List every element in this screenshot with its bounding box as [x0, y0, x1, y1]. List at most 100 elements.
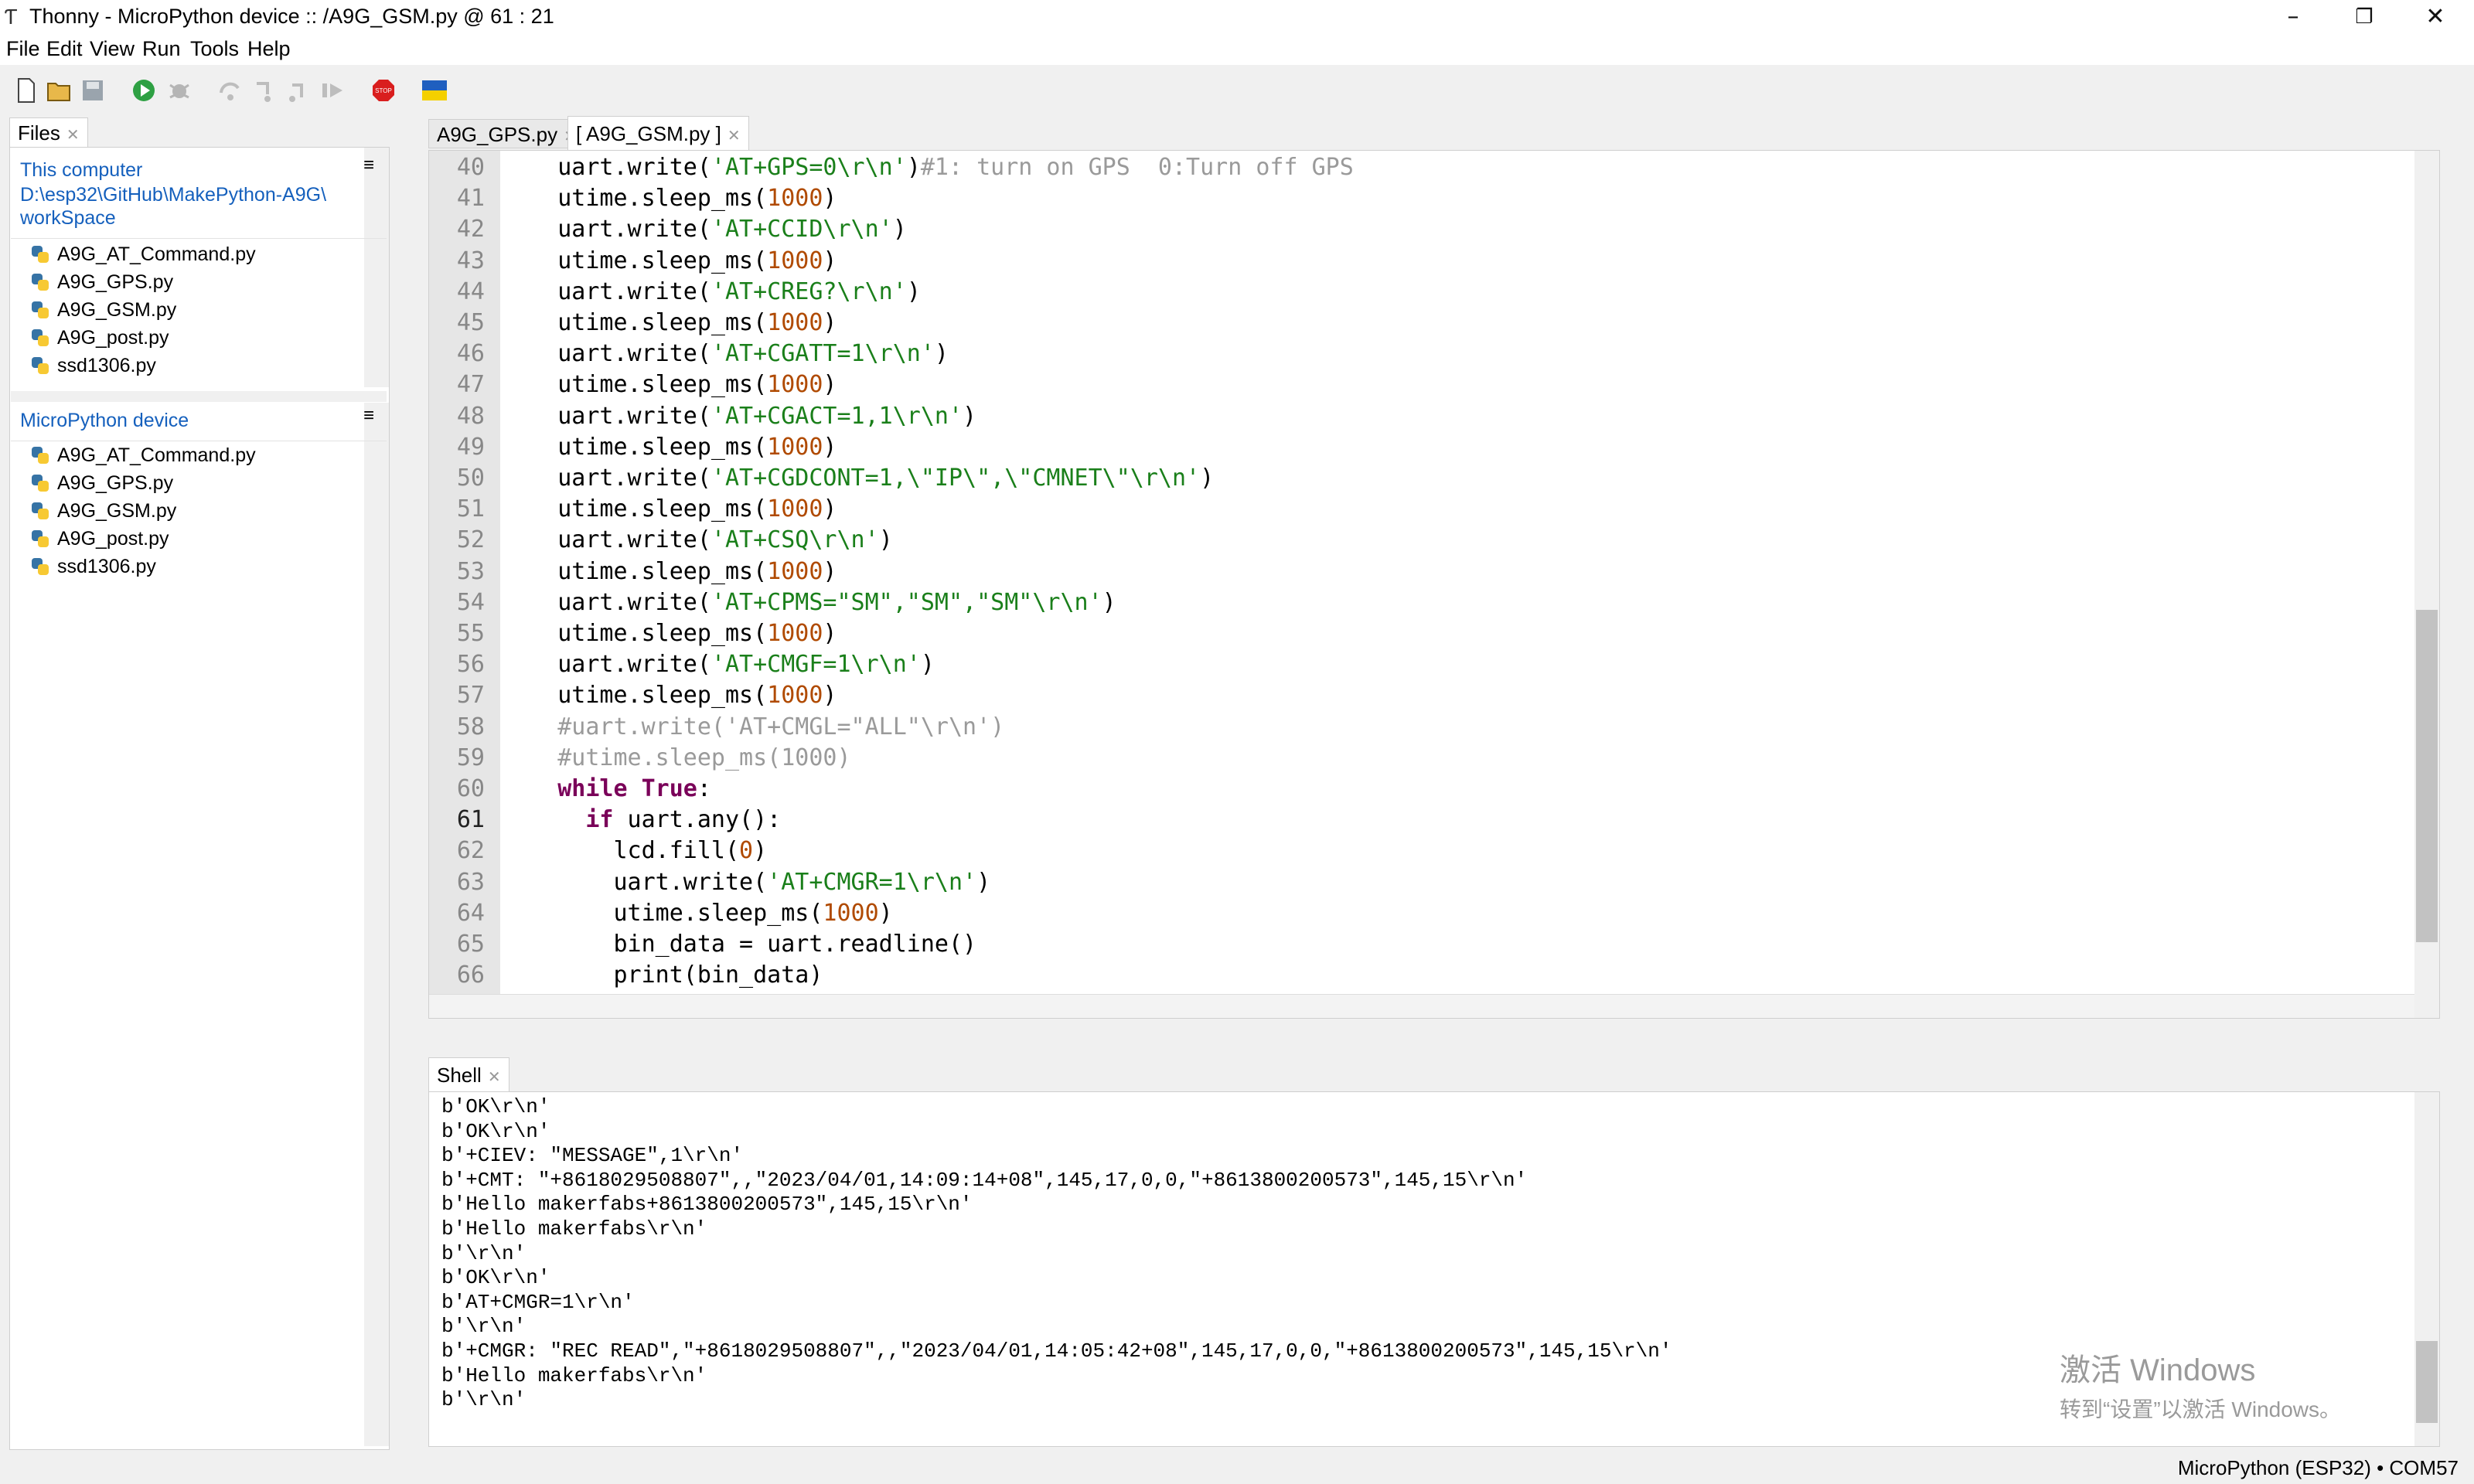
code-line[interactable]: uart.write('AT+CCID\r\n') [502, 216, 907, 243]
code-line[interactable]: if uart.any(): [502, 806, 781, 833]
line-number: 55 [456, 620, 485, 647]
tab-a9g-gps[interactable]: A9G_GPS.py✕ [428, 119, 585, 148]
run-icon[interactable] [131, 77, 156, 104]
workspace-path-tail[interactable]: workSpace [20, 207, 116, 230]
step-out-icon[interactable] [286, 77, 311, 104]
code-line[interactable]: utime.sleep_ms(1000) [502, 309, 837, 336]
editor-vertical-scrollbar[interactable] [2414, 151, 2439, 1018]
python-file-icon [32, 530, 49, 547]
code-line[interactable]: utime.sleep_ms(1000) [502, 900, 892, 927]
device-file-item[interactable]: A9G_post.py [31, 525, 169, 553]
workspace-path[interactable]: D:\esp32\GitHub\MakePython-A9G\ [20, 184, 326, 206]
code-line[interactable]: bin_data = uart.readline() [502, 931, 976, 958]
menu-file[interactable]: File [6, 37, 40, 61]
line-number: 54 [456, 588, 485, 616]
new-file-icon[interactable] [14, 77, 39, 104]
editor-scroll-thumb[interactable] [2416, 610, 2438, 942]
local-file-item[interactable]: A9G_post.py [31, 324, 169, 352]
editor-horizontal-scrollbar[interactable] [429, 994, 2414, 1018]
line-number: 56 [456, 651, 485, 679]
tab-a9g-gsm[interactable]: [ A9G_GSM.py ] ✕ [567, 116, 749, 150]
code-line[interactable]: uart.write('AT+CGATT=1\r\n') [502, 340, 949, 367]
menu-help[interactable]: Help [247, 37, 291, 61]
code-line[interactable]: utime.sleep_ms(1000) [502, 558, 837, 585]
code-line[interactable]: while True: [502, 775, 711, 802]
line-number: 53 [456, 557, 485, 585]
close-window-button[interactable]: ✕ [2400, 0, 2471, 34]
shell-line: b'OK\r\n' [441, 1119, 550, 1143]
local-file-name: A9G_AT_Command.py [57, 243, 256, 265]
close-tab-icon[interactable]: ✕ [66, 127, 80, 144]
local-file-name: A9G_post.py [57, 327, 169, 349]
shell-line: b'Hello makerfabs\r\n' [441, 1217, 707, 1241]
code-line[interactable]: utime.sleep_ms(1000) [502, 247, 837, 274]
code-line[interactable]: uart.write('AT+CPMS="SM","SM","SM"\r\n') [502, 589, 1116, 616]
tab-files[interactable]: Files ✕ [9, 117, 88, 147]
device-file-item[interactable]: A9G_GSM.py [31, 497, 176, 525]
code-line[interactable]: uart.write('AT+GPS=0\r\n')#1: turn on GP… [502, 154, 1354, 181]
stop-icon[interactable]: STOP [371, 77, 396, 104]
menu-run[interactable]: Run [142, 37, 181, 61]
code-line[interactable]: utime.sleep_ms(1000) [502, 434, 837, 461]
code-line[interactable]: uart.write('AT+CGDCONT=1,\"IP\",\"CMNET\… [502, 465, 1214, 492]
line-number: 44 [456, 277, 485, 305]
python-file-icon [32, 357, 49, 374]
code-line[interactable]: #utime.sleep_ms(1000) [502, 744, 850, 771]
code-editor[interactable]: 40 uart.write('AT+GPS=0\r\n')#1: turn on… [428, 150, 2440, 1019]
local-file-item[interactable]: A9G_AT_Command.py [31, 240, 256, 268]
open-folder-icon[interactable] [46, 77, 71, 104]
interpreter-status[interactable]: MicroPython (ESP32) • COM57 [2178, 1456, 2459, 1480]
minimize-button[interactable]: – [2258, 0, 2329, 34]
step-into-icon[interactable] [252, 77, 277, 104]
files-scrollbar-bottom[interactable] [364, 403, 389, 1446]
code-line[interactable]: print(bin_data) [502, 962, 823, 989]
this-computer-menu-icon[interactable]: ≡ [363, 155, 374, 176]
device-file-item[interactable]: ssd1306.py [31, 553, 156, 580]
tab-shell[interactable]: Shell ✕ [428, 1057, 509, 1091]
shell-scroll-thumb[interactable] [2416, 1341, 2438, 1423]
local-file-item[interactable]: A9G_GPS.py [31, 268, 173, 296]
step-over-icon[interactable] [218, 77, 243, 104]
menu-view[interactable]: View [90, 37, 135, 61]
close-tab-icon[interactable]: ✕ [728, 128, 741, 145]
debug-icon[interactable] [167, 77, 192, 104]
code-line[interactable]: utime.sleep_ms(1000) [502, 495, 837, 522]
local-file-name: A9G_GPS.py [57, 271, 174, 293]
code-line[interactable]: uart.write('AT+CMGR=1\r\n') [502, 869, 990, 896]
code-line[interactable]: uart.write('AT+CSQ\r\n') [502, 526, 893, 553]
shell-vertical-scrollbar[interactable] [2414, 1092, 2439, 1446]
code-line[interactable]: utime.sleep_ms(1000) [502, 682, 837, 709]
shell-line: b'+CMT: "+8618029508807",,"2023/04/01,14… [441, 1168, 1528, 1192]
device-file-item[interactable]: A9G_GPS.py [31, 469, 173, 497]
code-line[interactable]: uart.write('AT+CREG?\r\n') [502, 278, 921, 305]
save-icon[interactable] [80, 77, 105, 104]
line-number: 60 [456, 775, 485, 802]
shell-line: b'+CMGR: "REC READ","+8618029508807",,"2… [441, 1339, 1672, 1363]
tab-a9g-gsm-label: [ A9G_GSM.py ] [576, 122, 721, 145]
code-line[interactable]: uart.write('AT+CMGF=1\r\n') [502, 651, 935, 678]
files-scrollbar-top[interactable] [364, 148, 389, 387]
code-line[interactable]: utime.sleep_ms(1000) [502, 185, 837, 212]
local-file-item[interactable]: A9G_GSM.py [31, 296, 176, 324]
status-bar: MicroPython (ESP32) • COM57 [0, 1453, 2474, 1484]
menu-tools[interactable]: Tools [190, 37, 239, 61]
code-line[interactable]: #uart.write('AT+CMGL="ALL"\r\n') [502, 713, 1004, 740]
code-line[interactable]: uart.write('AT+CGACT=1,1\r\n') [502, 403, 976, 430]
thonny-app-icon: Ƭ [5, 6, 17, 29]
restore-button[interactable]: ❐ [2329, 0, 2400, 34]
device-file-item[interactable]: A9G_AT_Command.py [31, 441, 256, 469]
code-line[interactable]: utime.sleep_ms(1000) [502, 620, 837, 647]
line-number: 40 [456, 154, 485, 181]
code-line[interactable]: lcd.fill(0) [502, 837, 767, 864]
resume-icon[interactable] [320, 77, 345, 104]
device-menu-icon[interactable]: ≡ [363, 405, 374, 427]
local-file-item[interactable]: ssd1306.py [31, 352, 156, 380]
code-line[interactable]: utime.sleep_ms(1000) [502, 371, 837, 398]
line-number: 51 [456, 495, 485, 523]
menu-bar: File Edit View Run Tools Help [0, 34, 2474, 65]
watermark-subtitle: 转到“设置”以激活 Windows。 [2060, 1397, 2342, 1421]
close-tab-icon[interactable]: ✕ [488, 1069, 501, 1086]
menu-edit[interactable]: Edit [46, 37, 83, 61]
python-file-icon [32, 502, 49, 519]
device-file-name: A9G_post.py [57, 528, 169, 550]
